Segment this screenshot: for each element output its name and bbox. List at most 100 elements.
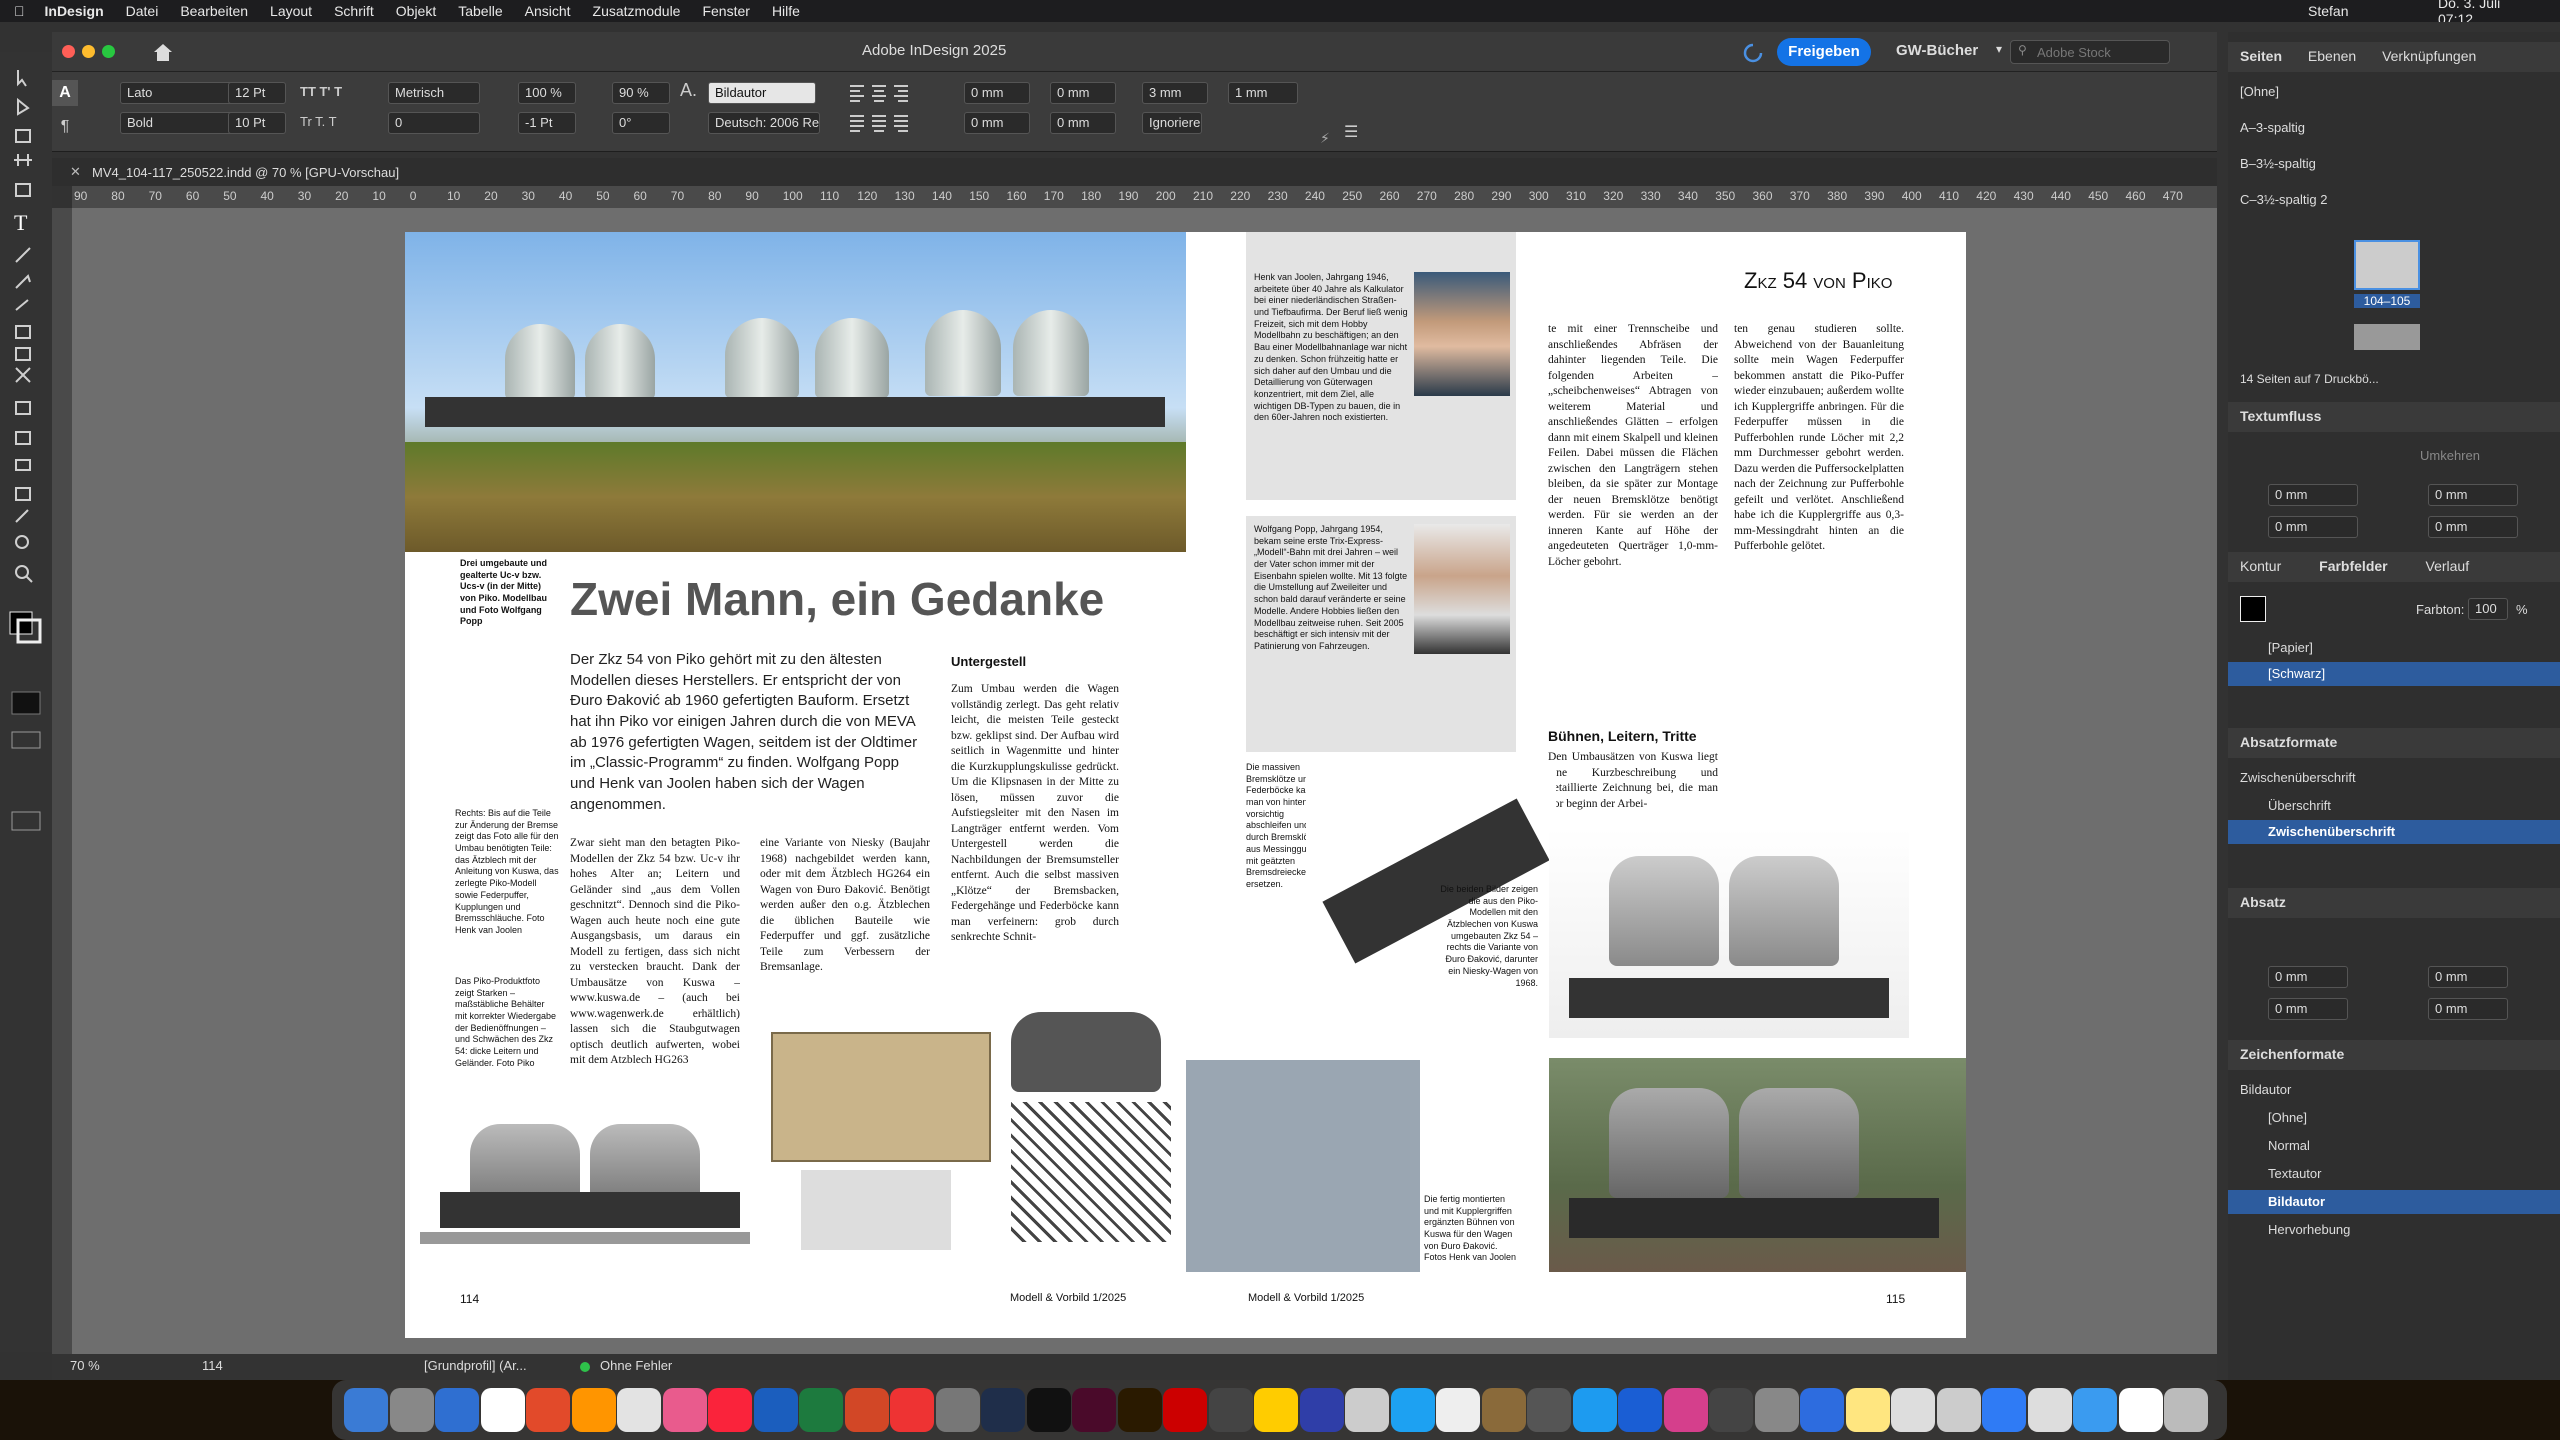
lightning-icon[interactable]: ⚡ [1320, 130, 1330, 147]
para-last-indent[interactable]: 0 mm [2428, 998, 2508, 1020]
allcaps-icon[interactable]: TT T' T [300, 84, 342, 99]
dock-app-icon[interactable] [1299, 1388, 1344, 1432]
tab-farbfelder[interactable]: Farbfelder [2319, 558, 2387, 574]
menu-datei[interactable]: Datei [126, 3, 159, 19]
dock-app-icon[interactable] [2164, 1388, 2208, 1432]
close-window-button[interactable] [62, 45, 75, 58]
spread-thumbnail[interactable] [2354, 240, 2420, 290]
char-styles-header[interactable]: Zeichenformate [2228, 1040, 2560, 1070]
zoom-window-button[interactable] [102, 45, 115, 58]
dock-app-icon[interactable] [2073, 1388, 2117, 1432]
dock-app-icon[interactable] [844, 1388, 889, 1432]
wrap-left[interactable]: 0 mm [2428, 484, 2518, 506]
character-style-field[interactable]: Bildautor [708, 82, 816, 104]
kit-parts-photo[interactable] [761, 1002, 1181, 1252]
baseline-shift-field[interactable]: -1 Pt [518, 112, 576, 134]
wrap-right[interactable]: 0 mm [2428, 516, 2518, 538]
dock-app-icon[interactable] [1390, 1388, 1435, 1432]
apple-icon[interactable]:  [14, 3, 25, 19]
dock-app-icon[interactable] [1663, 1388, 1708, 1432]
dock-app-icon[interactable] [708, 1388, 752, 1432]
paragraph-mode-icon[interactable]: ¶ [54, 114, 76, 140]
app-menu[interactable]: InDesign [45, 3, 104, 19]
left-page[interactable]: Drei umgebaute und gealterte Uc-v bzw. U… [405, 232, 1186, 1338]
menu-schrift[interactable]: Schrift [334, 3, 374, 19]
para-right-indent[interactable]: 0 mm [2428, 966, 2508, 988]
dock-app-icon[interactable] [981, 1388, 1025, 1432]
dock-app-icon[interactable] [1572, 1388, 1617, 1432]
tab-kontur[interactable]: Kontur [2240, 558, 2281, 574]
profile-field[interactable]: [Grundprofil] (Ar... [424, 1358, 527, 1373]
tab-seiten[interactable]: Seiten [2240, 48, 2282, 64]
skew-field[interactable]: 0° [612, 112, 670, 134]
dock-app-icon[interactable] [1208, 1388, 1253, 1432]
dock-app-icon[interactable] [435, 1388, 479, 1432]
dock-app-icon[interactable] [1982, 1388, 2026, 1432]
menu-ansicht[interactable]: Ansicht [525, 3, 571, 19]
horizontal-scale-field[interactable]: 90 % [612, 82, 670, 104]
textflow-header[interactable]: Textumfluss [2228, 402, 2560, 432]
dock-app-icon[interactable] [1026, 1388, 1071, 1432]
dock-app-icon[interactable] [2027, 1388, 2072, 1432]
wrap-bottom[interactable]: 0 mm [2268, 516, 2358, 538]
minimize-window-button[interactable] [82, 45, 95, 58]
dock-app-icon[interactable] [1117, 1388, 1162, 1432]
character-mode-icon[interactable]: A [52, 80, 78, 106]
dock-app-icon[interactable] [1163, 1388, 1207, 1432]
font-size-field[interactable]: 12 Pt [228, 82, 286, 104]
dock-app-icon[interactable] [1527, 1388, 1571, 1432]
dock-app-icon[interactable] [526, 1388, 570, 1432]
dock-app-icon[interactable] [1345, 1388, 1389, 1432]
char-style-normal[interactable]: Normal [2268, 1138, 2310, 1153]
char-style-textautor[interactable]: Textautor [2268, 1166, 2321, 1181]
tracking-field[interactable]: 0 [388, 112, 480, 134]
dock-app-icon[interactable] [1800, 1388, 1844, 1432]
vertical-ruler[interactable] [52, 208, 72, 1354]
horizontal-ruler[interactable]: 90 80 70 60 50 40 30 20 10 0 10 20 30 40 50 60 70 80 90 100… [72, 186, 2217, 208]
swatch-paper[interactable]: [Papier] [2268, 640, 2313, 655]
dropcap-field[interactable]: Ignorieren [1142, 112, 1202, 134]
para-left-indent[interactable]: 0 mm [2268, 966, 2348, 988]
master-none[interactable]: [Ohne] [2240, 84, 2279, 99]
dock-app-icon[interactable] [1709, 1388, 1753, 1432]
menu-fenster[interactable]: Fenster [702, 3, 749, 19]
alignment-icons[interactable] [848, 82, 928, 142]
master-c[interactable]: C–3½-spaltig 2 [2240, 192, 2327, 207]
dock-app-icon[interactable] [1618, 1388, 1662, 1432]
panel-menu-icon[interactable]: ☰ [1344, 122, 1358, 142]
right-page[interactable]: Henk van Joolen, Jahrgang 1946, arbeitet… [1186, 232, 1966, 1338]
last-line-indent-field[interactable]: 0 mm [1050, 112, 1116, 134]
portrait-henk[interactable] [1414, 272, 1510, 396]
dock-app-icon[interactable] [617, 1388, 661, 1432]
menubar-user[interactable]: Stefan [2308, 3, 2348, 19]
workspace-switcher[interactable]: GW-Bücher [1896, 42, 1978, 59]
wrap-invert-label[interactable]: Umkehren [2420, 448, 2480, 463]
fill-swatch[interactable] [2240, 596, 2266, 622]
paragraph-header[interactable]: Absatz [2228, 888, 2560, 918]
kerning-field[interactable]: Metrisch [388, 82, 480, 104]
spread-label[interactable]: 104–105 [2354, 294, 2420, 308]
menu-objekt[interactable]: Objekt [396, 3, 436, 19]
para-styles-header[interactable]: Absatzformate [2228, 728, 2560, 758]
document-tab[interactable]: MV4_104-117_250522.indd @ 70 % [GPU-Vors… [92, 165, 399, 180]
dock-app-icon[interactable] [1072, 1388, 1116, 1432]
char-style-bildautor[interactable]: Bildautor [2268, 1194, 2325, 1209]
tab-verlauf[interactable]: Verlauf [2426, 558, 2470, 574]
platform-parts-photo[interactable] [1186, 1060, 1420, 1272]
dock-app-icon[interactable] [2118, 1388, 2163, 1432]
menu-bearbeiten[interactable]: Bearbeiten [180, 3, 248, 19]
dock-app-icon[interactable] [571, 1388, 616, 1432]
zoom-field[interactable]: 70 % [70, 1358, 100, 1373]
vertical-scale-field[interactable]: 100 % [518, 82, 576, 104]
dock-app-icon[interactable] [389, 1388, 434, 1432]
dock-app-icon[interactable] [1845, 1388, 1890, 1432]
dock-app-icon[interactable] [890, 1388, 934, 1432]
preflight-status[interactable]: Ohne Fehler [600, 1358, 672, 1373]
dock-app-icon[interactable] [753, 1388, 798, 1432]
dock-app-icon[interactable] [935, 1388, 980, 1432]
wagon-photo-2[interactable] [1549, 1058, 1966, 1272]
tab-verknuepfungen[interactable]: Verknüpfungen [2382, 48, 2476, 64]
first-line-indent-field[interactable]: 0 mm [964, 112, 1030, 134]
tool-icons[interactable]: T [0, 52, 52, 1352]
dock-app-icon[interactable] [344, 1388, 388, 1432]
